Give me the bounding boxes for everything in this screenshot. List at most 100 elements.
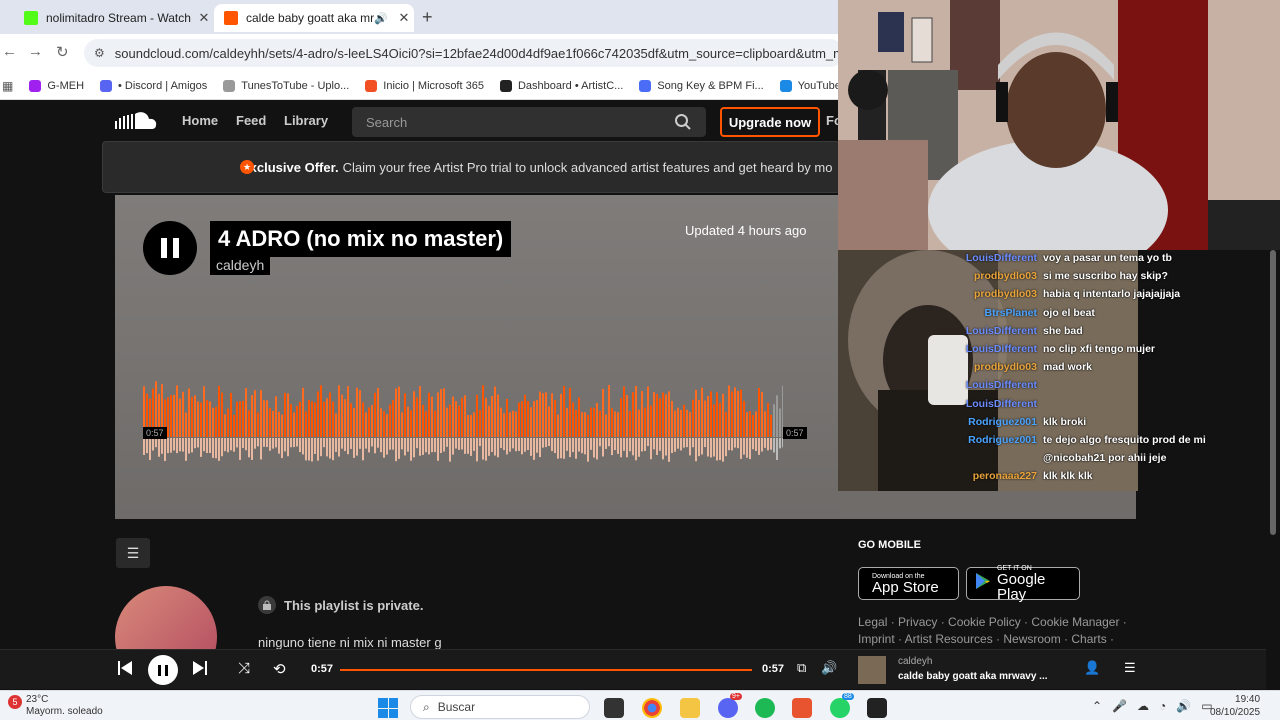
upgrade-now-button[interactable]: Upgrade now	[720, 107, 820, 137]
waveform-bar-reflection	[443, 438, 445, 452]
progress-bar[interactable]	[340, 669, 752, 671]
waveform-bar-reflection	[551, 438, 553, 452]
waveform[interactable]	[143, 375, 783, 465]
waveform-bar	[674, 410, 676, 437]
waveform-bar	[734, 387, 736, 437]
app-store-button[interactable]: Download on the App Store	[858, 567, 959, 600]
scrollbar[interactable]	[1266, 250, 1280, 690]
waveform-bar-reflection	[554, 438, 556, 454]
soundcloud-logo-icon[interactable]	[115, 111, 157, 136]
bookmark-discord[interactable]: • Discord | Amigos	[100, 79, 207, 92]
waveform-bar	[413, 391, 415, 437]
waveform-bar-reflection	[629, 438, 631, 452]
nav-home[interactable]: Home	[182, 113, 218, 128]
google-play-button[interactable]: GET IT ON Google Play	[966, 565, 1080, 602]
waveform-bar	[623, 386, 625, 437]
waveform-bar	[467, 414, 469, 437]
chrome-icon[interactable]	[642, 698, 662, 718]
waveform-bar-reflection	[155, 438, 157, 448]
chat-text: si me suscribo hay skip?	[1043, 270, 1168, 283]
waveform-bar	[563, 386, 565, 437]
task-view-icon[interactable]	[604, 698, 624, 718]
waveform-bar	[689, 412, 691, 437]
bookmark-song-key[interactable]: Song Key & BPM Fi...	[639, 79, 764, 92]
system-tray-icons[interactable]: ⌃ 🎤 ☁ ◔ 🔊 ▭	[1092, 699, 1213, 713]
reload-icon[interactable]: ↻	[56, 43, 69, 61]
now-playing-artwork[interactable]	[858, 656, 886, 684]
exclusive-offer-banner[interactable]: ★ Exclusive Offer. Claim your free Artis…	[102, 141, 840, 193]
playlist-description: ninguno tiene ni mix ni master g	[258, 635, 442, 650]
waveform-bar-reflection	[227, 438, 229, 453]
repeat-icon[interactable]: ⟲	[273, 660, 286, 678]
forward-icon[interactable]: →	[28, 43, 43, 60]
bookmark-tunestotube[interactable]: TunesToTube - Uplo...	[223, 79, 349, 92]
queue-icon[interactable]: ☰	[1124, 660, 1136, 676]
next-track-icon[interactable]	[192, 660, 208, 681]
waveform-bar	[179, 398, 181, 437]
waveform-bar	[266, 400, 268, 437]
bookmark-artist-dashboard[interactable]: Dashboard • ArtistC...	[499, 79, 623, 92]
now-playing-title[interactable]: calde baby goatt aka mrwavy ...	[898, 671, 1048, 682]
track-artist[interactable]: caldeyh	[210, 255, 271, 275]
search-icon[interactable]	[674, 113, 692, 134]
nav-feed[interactable]: Feed	[236, 113, 266, 128]
url-field[interactable]: ⚙ soundcloud.com/caldeyhh/sets/4-adro/s-…	[84, 39, 844, 67]
add-to-queue-icon[interactable]: ☰	[116, 538, 150, 568]
waveform-bar-reflection	[446, 438, 448, 447]
shuffle-icon[interactable]: ⤨	[238, 660, 250, 677]
previous-track-icon[interactable]	[117, 660, 133, 681]
waveform-bar-reflection	[542, 438, 544, 448]
chat-text: no clip xfi tengo mujer	[1043, 342, 1156, 355]
back-icon[interactable]: ←	[2, 43, 17, 60]
close-tab-icon[interactable]: ✕	[194, 10, 214, 26]
nav-library[interactable]: Library	[284, 113, 328, 128]
app-icon[interactable]	[867, 698, 887, 718]
volume-icon[interactable]: 🔊	[821, 660, 837, 676]
chat-username: LouisDifferent	[965, 252, 1037, 264]
pause-bar	[173, 238, 179, 258]
spotify-icon[interactable]	[755, 698, 775, 718]
footer-links[interactable]: Legal · Privacy · Cookie Policy · Cookie…	[858, 614, 1138, 648]
waveform-bar-reflection	[260, 438, 262, 460]
waveform-bar-reflection	[242, 438, 244, 449]
taskbar-search[interactable]: ⌕ Buscar	[410, 695, 590, 719]
windows-start-icon[interactable]	[378, 698, 398, 718]
speaker-icon[interactable]: 🔊	[374, 12, 388, 25]
soundcloud-header: Home Feed Library Search Upgrade now Fo	[0, 101, 842, 141]
bookmark-microsoft365[interactable]: Inicio | Microsoft 365	[365, 79, 484, 92]
tab-kick-stream[interactable]: nolimitadro Stream - Watch Live ✕	[14, 4, 214, 32]
waveform-bar	[509, 412, 511, 437]
waveform-bar-reflection	[404, 438, 406, 456]
waveform-bar-reflection	[671, 438, 673, 454]
tab-soundcloud[interactable]: calde baby goatt aka mrwavy 🔊 ✕	[214, 4, 414, 32]
chat-message: LouisDifferent	[840, 398, 1240, 416]
waveform-bar-reflection	[668, 438, 670, 462]
new-tab-button[interactable]: +	[422, 7, 433, 28]
waveform-bar	[296, 405, 298, 437]
search-input[interactable]: Search	[352, 107, 706, 137]
waveform-bar-reflection	[278, 438, 280, 454]
bookmark-gmeh[interactable]: G-MEH	[29, 79, 84, 92]
hero-pause-button[interactable]	[143, 221, 197, 275]
scrollbar-thumb[interactable]	[1270, 250, 1276, 535]
waveform-bar	[362, 402, 364, 437]
weather-widget[interactable]: 23°C Mayorm. soleado	[26, 694, 103, 718]
follow-user-icon[interactable]: 👤	[1084, 660, 1100, 676]
system-clock[interactable]: 19:40 08/10/2025	[1210, 693, 1260, 719]
now-playing-artist[interactable]: caldeyh	[898, 656, 932, 667]
waveform-bar-reflection	[254, 438, 256, 449]
waveform-bar	[452, 396, 454, 437]
close-tab-icon[interactable]: ✕	[394, 10, 414, 26]
discord-taskbar-icon[interactable]	[718, 698, 738, 718]
fl-studio-icon[interactable]	[792, 698, 812, 718]
site-info-icon[interactable]: ⚙	[94, 46, 105, 60]
waveform-bar	[338, 385, 340, 437]
waveform-bar-reflection	[710, 438, 712, 458]
waveform-bar	[332, 401, 334, 437]
apps-icon[interactable]: ▦	[2, 79, 13, 93]
cast-icon[interactable]: ⧉	[797, 660, 806, 676]
player-pause-button[interactable]	[148, 655, 178, 685]
file-explorer-icon[interactable]	[680, 698, 700, 718]
waveform-bar	[608, 385, 610, 437]
whatsapp-icon[interactable]	[830, 698, 850, 718]
